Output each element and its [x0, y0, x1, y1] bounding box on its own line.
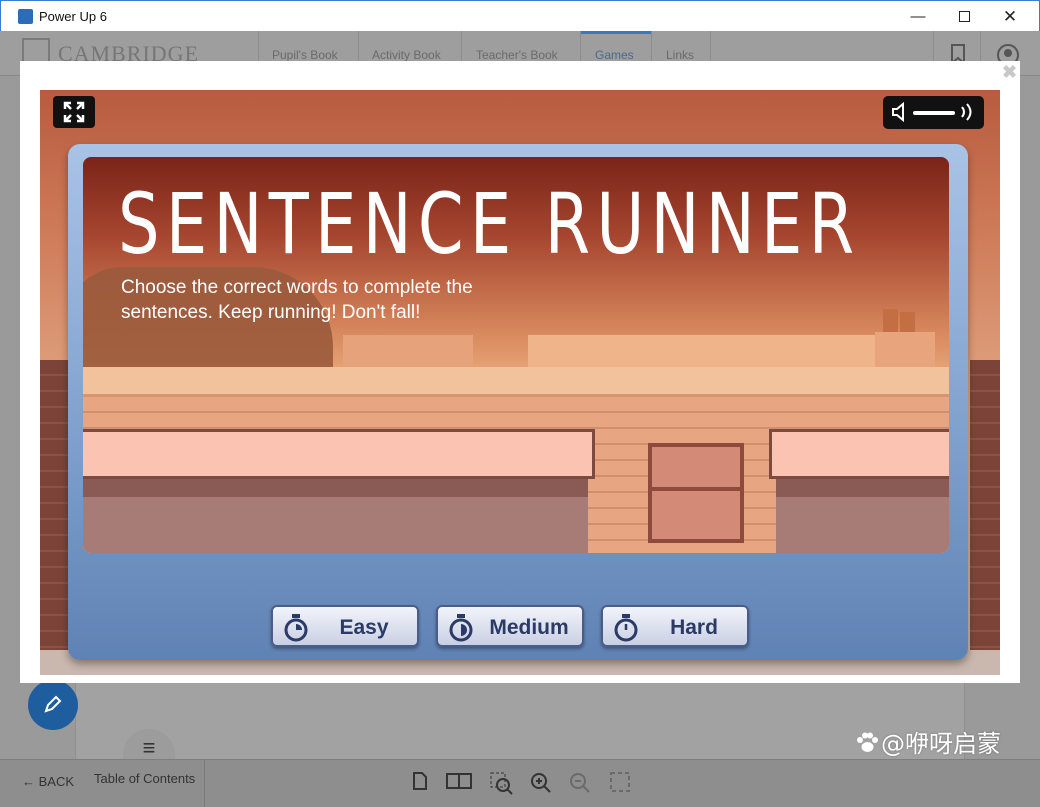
medium-button[interactable]: Medium	[436, 605, 584, 647]
watermark: @咿呀启蒙	[855, 724, 1001, 759]
close-icon: ✕	[1002, 6, 1018, 26]
tab-activity-book[interactable]: Activity Book	[372, 48, 441, 62]
scene-window-bar	[648, 487, 744, 491]
easy-button[interactable]: Easy	[271, 605, 419, 647]
scene-rooftop-left	[83, 429, 595, 479]
game-scene: SENTENCE RUNNER Choose the correct words…	[83, 157, 949, 553]
scene-wall-top	[83, 367, 949, 397]
game-title: SENTENCE RUNNER	[118, 175, 861, 273]
volume-up-icon	[961, 103, 972, 121]
stopwatch-icon	[614, 614, 638, 642]
maximize-icon	[958, 11, 970, 22]
scene-building-right	[776, 497, 949, 553]
table-of-contents-button[interactable]: Table of Contents	[94, 771, 195, 786]
scene-rooftop-left-trim	[83, 479, 588, 497]
paw-logo-icon	[857, 732, 878, 752]
scene-rooftop-right-trim	[776, 479, 949, 497]
game-description: Choose the correct words to complete the…	[121, 277, 473, 323]
window-title: Power Up 6	[39, 9, 107, 24]
background-building	[970, 360, 1000, 650]
stopwatch-icon	[449, 614, 473, 642]
back-button[interactable]: ← BACK	[22, 774, 74, 789]
annotate-button[interactable]	[28, 680, 78, 730]
zoom-area-icon[interactable]	[490, 772, 514, 796]
modal-close-button[interactable]: ✖	[1002, 62, 1017, 83]
hard-label: Hard	[670, 616, 718, 639]
back-label: BACK	[38, 774, 75, 789]
tab-games[interactable]: Games	[595, 48, 634, 62]
maximize-button[interactable]	[941, 1, 987, 32]
volume-control[interactable]	[883, 96, 984, 129]
volume-slider[interactable]	[913, 111, 955, 115]
fullscreen-button[interactable]	[53, 96, 95, 128]
bottom-toolbar: ← BACK Table of Contents	[0, 759, 1040, 807]
fit-page-icon[interactable]	[610, 772, 630, 792]
start-panel: SENTENCE RUNNER Choose the correct words…	[68, 144, 968, 660]
close-window-button[interactable]: ✕	[987, 1, 1033, 32]
pencil-icon	[44, 695, 62, 713]
scene-window	[648, 443, 744, 543]
scene-building-left	[83, 497, 588, 553]
window-titlebar: Power Up 6 — ✕	[0, 0, 1040, 31]
double-page-icon[interactable]	[446, 772, 472, 790]
toolbar-divider	[204, 760, 205, 807]
background-building	[40, 360, 70, 650]
watermark-text: @咿呀启蒙	[881, 730, 1001, 758]
minimize-icon: —	[910, 8, 926, 25]
speaker-icon	[892, 102, 904, 122]
fullscreen-icon	[63, 101, 85, 123]
single-page-icon[interactable]	[412, 772, 428, 790]
tab-teachers-book[interactable]: Teacher's Book	[476, 48, 558, 62]
zoom-out-icon[interactable]	[569, 772, 591, 794]
game-canvas[interactable]: SENTENCE RUNNER Choose the correct words…	[40, 90, 1000, 675]
tab-links[interactable]: Links	[666, 48, 694, 62]
scene-rooftop-right	[769, 429, 949, 479]
medium-label: Medium	[489, 616, 569, 639]
menu-icon: ≡	[142, 735, 156, 760]
tab-pupils-book[interactable]: Pupil's Book	[272, 48, 338, 62]
app-icon	[18, 9, 33, 24]
minimize-button[interactable]: —	[895, 1, 941, 32]
stopwatch-icon	[284, 614, 308, 642]
zoom-in-icon[interactable]	[530, 772, 552, 794]
active-tab-indicator	[581, 31, 651, 34]
hard-button[interactable]: Hard	[601, 605, 749, 647]
close-icon: ✖	[1002, 62, 1018, 82]
easy-label: Easy	[339, 616, 389, 639]
